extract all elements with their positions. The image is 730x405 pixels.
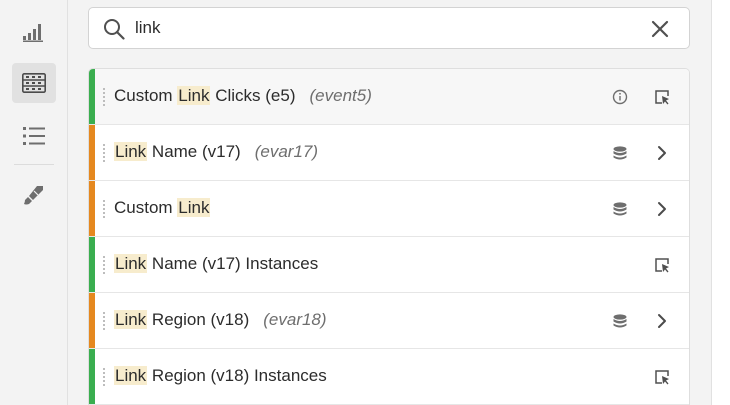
search-icon [104,19,125,40]
select-into-icon[interactable] [653,368,671,386]
info-icon[interactable] [611,88,629,106]
data-stack-icon [613,314,627,328]
rail-button-visualizations[interactable] [12,175,56,215]
drag-handle-icon[interactable] [103,367,105,387]
component-label: Link Name (v17) (evar17) [114,142,319,161]
list-icon [23,127,45,145]
search-highlight: Link [177,86,211,105]
metric-color-stripe [89,237,95,292]
component-label: Link Region (v18) Instances [114,366,327,385]
list-item[interactable]: Link Region (v18) Instances [89,349,689,405]
component-id: (evar18) [263,310,327,329]
data-stack-icon [613,202,627,216]
search-highlight: Link [114,254,148,273]
brush-icon [24,186,43,205]
drag-handle-icon[interactable] [103,311,105,331]
component-label: Link Region (v18) (evar18) [114,310,327,329]
component-label: Custom Link [114,198,211,217]
drag-handle-icon[interactable] [103,199,105,219]
search-highlight: Link [114,366,148,385]
right-panel-edge [711,0,730,405]
search-box [88,7,690,49]
dimension-color-stripe [89,181,95,236]
app-window: Custom Link Clicks (e5)(event5) Link Nam… [0,0,730,405]
component-label: Custom Link Clicks (e5) (event5) [114,86,372,105]
chevron-right-icon[interactable] [653,200,671,218]
dimension-color-stripe [89,293,95,348]
select-into-icon[interactable] [653,88,671,106]
metric-color-stripe [89,69,95,124]
drag-handle-icon[interactable] [103,87,105,107]
chevron-right-icon[interactable] [653,144,671,162]
components-panel: Custom Link Clicks (e5)(event5) Link Nam… [68,0,711,405]
data-stack-icon [613,146,627,160]
component-list: Custom Link Clicks (e5) (event5) Link Nam… [88,68,690,405]
clear-search-icon[interactable] [651,20,669,38]
rail-button-components[interactable] [12,63,56,103]
search-highlight: Link [114,310,148,329]
dimension-color-stripe [89,125,95,180]
search-input[interactable] [135,14,635,42]
search-highlight: Link [177,198,211,217]
drag-handle-icon[interactable] [103,143,105,163]
list-item[interactable]: Link Name (v17) Instances [89,237,689,293]
list-item[interactable]: Custom Link [89,181,689,237]
search-highlight: Link [114,142,148,161]
list-item[interactable]: Custom Link Clicks (e5) (event5) [89,69,689,125]
rail-button-lists[interactable] [12,116,56,156]
component-id: (event5) [309,86,372,105]
components-icon [22,73,46,93]
drag-handle-icon[interactable] [103,255,105,275]
component-label: Link Name (v17) Instances [114,254,319,273]
bar-chart-icon [23,24,43,42]
rail-button-panels[interactable] [12,12,56,52]
chevron-right-icon[interactable] [653,312,671,330]
component-id: (evar17) [254,142,319,161]
list-item[interactable]: Link Name (v17) (evar17) [89,125,689,181]
list-item[interactable]: Link Region (v18) (evar18) [89,293,689,349]
left-rail [0,0,68,405]
metric-color-stripe [89,349,95,404]
rail-divider [14,164,54,165]
select-into-icon[interactable] [653,256,671,274]
